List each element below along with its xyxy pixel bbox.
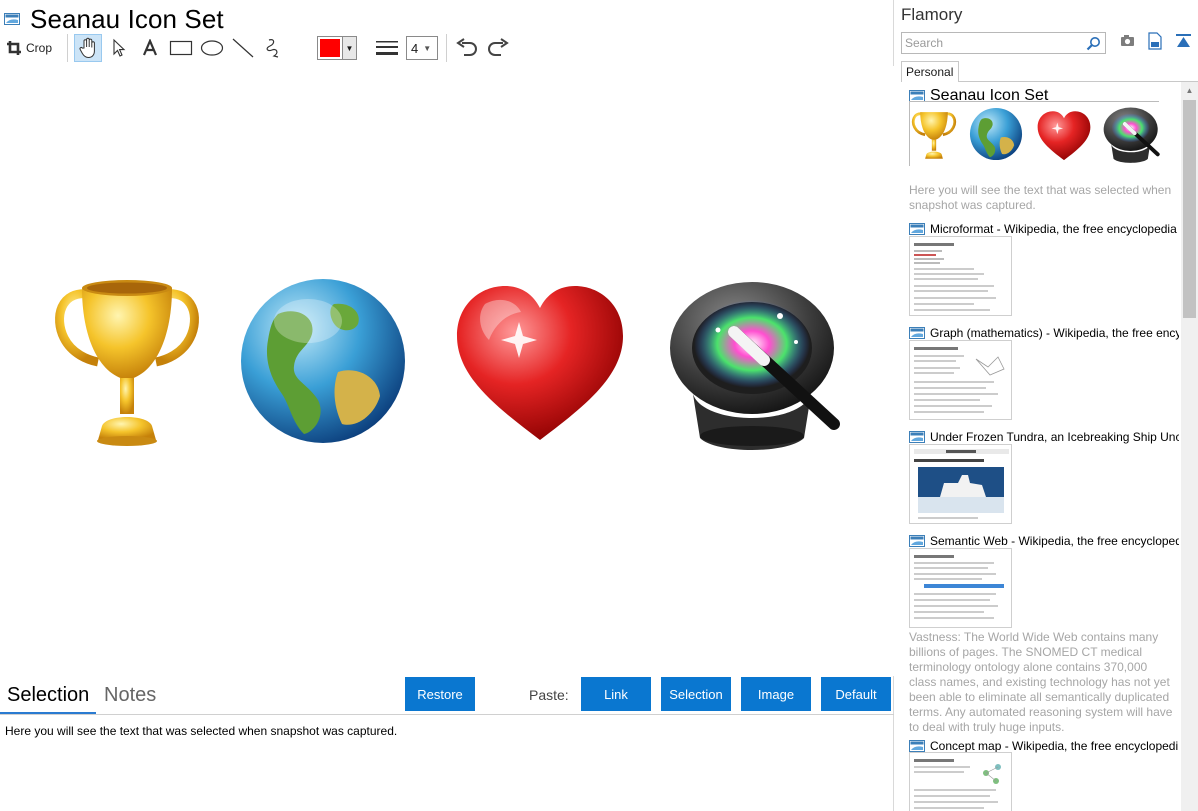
webpage-thumbnail [914,243,996,311]
paste-selection-button[interactable]: Selection [661,677,731,711]
snapshot-canvas[interactable] [0,66,894,676]
crop-label: Crop [26,41,53,55]
drawing-toolbar: Crop ▼ 4 ▼ [6,33,515,63]
hand-icon [79,37,95,59]
list-item-title: Microformat - Wikipedia, the free encycl… [930,222,1177,236]
page-icon [909,740,925,752]
paste-image-button[interactable]: Image [741,677,811,711]
freehand-tool-button[interactable] [260,34,288,62]
paste-default-button[interactable]: Default [821,677,891,711]
stroke-color-swatch [318,37,343,59]
list-item-thumbnail[interactable] [909,548,1012,628]
search-box [901,32,1106,54]
dock-top-icon[interactable] [1175,33,1192,49]
snapshot-pane: Seanau Icon Set Crop ▼ 4 ▼ Selection Not… [0,0,894,811]
page-icon [909,327,925,339]
ellipse-tool-button[interactable] [198,34,226,62]
toolbar-separator [297,34,307,62]
line-width-value: 4 [411,40,419,56]
tab-selection[interactable]: Selection [7,684,89,707]
stroke-color-picker[interactable]: ▼ [317,36,358,60]
redo-button[interactable] [484,34,512,62]
undo-button[interactable] [453,34,481,62]
undo-icon [456,38,478,56]
webpage-thumbnail [914,347,1005,413]
divider [0,714,894,715]
hand-tool-button[interactable] [74,34,103,62]
heart-icon [1037,111,1091,161]
pointer-icon [113,38,126,57]
list-item-header[interactable]: Microformat - Wikipedia, the free encycl… [909,222,1179,236]
toolbar-separator [67,34,69,62]
webpage-thumbnail [914,759,1001,809]
page-icon [909,431,925,443]
list-item-header[interactable]: Graph (mathematics) - Wikipedia, the fre… [909,326,1179,340]
paste-label: Paste: [529,687,569,703]
list-item-title: Semantic Web - Wikipedia, the free encyc… [930,534,1179,548]
divider [909,102,910,166]
magic-hat-icon [670,282,840,450]
list-item-header[interactable]: Under Frozen Tundra, an Icebreaking Ship… [909,430,1179,444]
list-item-title: Under Frozen Tundra, an Icebreaking Ship… [930,430,1179,444]
search-input[interactable] [905,36,1085,50]
page-icon [909,223,925,235]
text-icon [143,39,158,56]
chevron-down-icon: ▼ [342,37,357,59]
app-title: Flamory [901,5,963,24]
divider [909,101,1159,102]
freehand-icon [266,39,279,58]
snapshot-list: Seanau Icon Set Here you will see the te… [895,82,1180,811]
list-item-title: Graph (mathematics) - Wikipedia, the fre… [930,326,1179,340]
document-title[interactable]: Seanau Icon Set [30,4,224,35]
redo-icon [488,38,509,56]
list-item-title: Seanau Icon Set [930,87,1049,104]
page-icon[interactable] [1148,32,1162,50]
list-item-thumbnail[interactable] [909,752,1012,811]
page-icon [4,13,20,25]
crop-button[interactable]: Crop [6,34,58,62]
line-tool-button[interactable] [229,34,257,62]
heart-icon [457,286,623,440]
crop-icon [7,41,21,55]
rectangle-tool-button[interactable] [167,34,195,62]
list-item-thumbnail[interactable] [909,444,1012,524]
ellipse-icon [200,40,224,56]
title-row: Seanau Icon Set [4,4,224,34]
rectangle-icon [169,40,193,56]
tab-personal[interactable]: Personal [901,61,959,82]
list-item-header[interactable]: Semantic Web - Wikipedia, the free encyc… [909,534,1179,548]
webpage-thumbnail [914,555,1004,619]
globe-icon [969,107,1023,161]
restore-button[interactable]: Restore [405,677,475,711]
list-item-title: Concept map - Wikipedia, the free encycl… [930,739,1179,753]
list-item-header[interactable]: Seanau Icon Set [909,87,1179,105]
page-icon [909,535,925,547]
camera-icon[interactable] [1120,34,1136,48]
line-width-icon [373,34,401,62]
tab-notes[interactable]: Notes [104,684,156,707]
sidebar-scrollbar[interactable]: ▲ [1181,82,1198,811]
line-width-select[interactable]: 4 ▼ [406,36,439,60]
selection-text[interactable]: Here you will see the text that was sele… [5,724,397,738]
list-item-note: Vastness: The World Wide Web contains ma… [909,630,1173,734]
list-item-thumbnail[interactable] [909,340,1012,420]
toolbar-separator [446,34,448,62]
line-icon [232,38,254,58]
list-item-thumbnail[interactable] [909,236,1012,316]
scrollbar-thumb[interactable] [1183,100,1196,318]
pointer-tool-button[interactable] [105,34,133,62]
scroll-up-icon[interactable]: ▲ [1181,82,1198,99]
magic-hat-icon [1103,107,1160,163]
text-tool-button[interactable] [136,34,164,62]
list-item-note: Here you will see the text that was sele… [909,183,1172,212]
globe-icon [241,279,405,443]
trophy-icon [55,280,199,446]
webpage-thumbnail [914,449,1009,519]
paste-link-button[interactable]: Link [581,677,651,711]
flamory-sidebar: Flamory Personal Seanau Icon Set [895,0,1198,811]
search-icon[interactable] [1086,36,1101,51]
chevron-down-icon: ▼ [423,43,432,53]
trophy-icon [911,112,957,159]
